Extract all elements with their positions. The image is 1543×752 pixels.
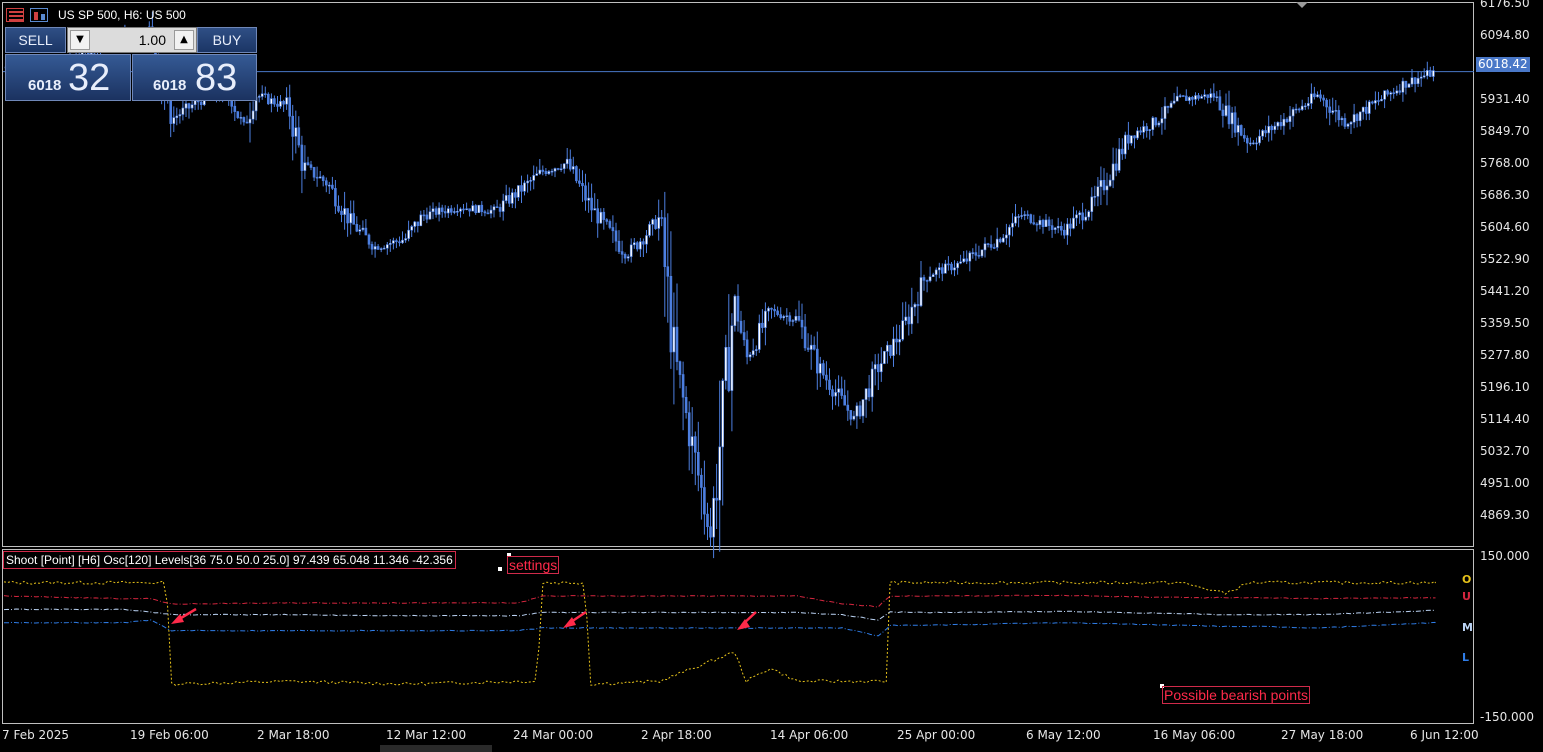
legend-osc: O bbox=[1462, 573, 1472, 586]
price-axis-label: 5032.70 bbox=[1480, 444, 1530, 458]
ask-price-pips: 83 bbox=[195, 57, 238, 99]
price-axis-label: 5931.40 bbox=[1480, 92, 1530, 106]
oscillator-lines bbox=[3, 580, 1436, 686]
list-icon[interactable] bbox=[6, 8, 24, 22]
price-axis-label: 5849.70 bbox=[1480, 124, 1530, 138]
depth-of-market-icon[interactable] bbox=[30, 8, 48, 22]
legend-mid: M bbox=[1462, 621, 1473, 634]
price-axis-label: 5359.50 bbox=[1480, 316, 1530, 330]
price-axis-label: 4951.00 bbox=[1480, 476, 1530, 490]
buy-button[interactable]: BUY bbox=[197, 27, 257, 53]
time-axis-label: 25 Apr 00:00 bbox=[897, 728, 976, 742]
mid-level-line bbox=[3, 608, 1436, 621]
annotation-arrows bbox=[171, 607, 757, 630]
time-axis-label: 16 May 06:00 bbox=[1153, 728, 1236, 742]
time-axis-label: 12 Mar 12:00 bbox=[386, 728, 467, 742]
time-axis-label: 2 Apr 18:00 bbox=[641, 728, 712, 742]
osc-axis-min: -150.000 bbox=[1480, 710, 1534, 724]
price-axis-label: 5196.10 bbox=[1480, 380, 1530, 394]
bid-price-button[interactable]: 6018 32 bbox=[5, 54, 131, 101]
price-axis-label: 5441.20 bbox=[1480, 284, 1530, 298]
time-axis-label: 6 Jun 12:00 bbox=[1410, 728, 1479, 742]
ask-price-button[interactable]: 6018 83 bbox=[132, 54, 257, 101]
price-axis-label: 5604.60 bbox=[1480, 220, 1530, 234]
lot-increase-button[interactable]: ▲ bbox=[174, 30, 194, 50]
lower-level-line bbox=[3, 619, 1436, 637]
time-axis-label: 14 Apr 06:00 bbox=[770, 728, 849, 742]
time-axis-label: 24 Mar 00:00 bbox=[513, 728, 594, 742]
header-anchor-dot[interactable] bbox=[498, 567, 502, 571]
osc-axis-max: 150.000 bbox=[1480, 549, 1530, 563]
lot-size-input[interactable]: 1.00 bbox=[94, 28, 170, 52]
price-axis-label: 5114.40 bbox=[1480, 412, 1530, 426]
chart-title: US SP 500, H6: US 500 bbox=[58, 8, 186, 22]
price-axis-label: 4869.30 bbox=[1480, 508, 1530, 522]
bid-price-prefix: 6018 bbox=[28, 77, 62, 94]
price-axis-label: 6094.80 bbox=[1480, 28, 1530, 42]
chart-scroll-tab[interactable] bbox=[380, 745, 492, 752]
chart-header: US SP 500, H6: US 500 bbox=[6, 6, 186, 24]
oscillator-chart bbox=[3, 580, 1436, 686]
bearish-points-label[interactable]: Possible bearish points bbox=[1162, 686, 1310, 704]
time-axis-label: 7 Feb 2025 bbox=[2, 728, 70, 742]
lot-decrease-button[interactable]: ▼ bbox=[70, 30, 90, 50]
one-click-trading-panel: SELL ▼ 1.00 ▲ BUY 6018 32 6018 83 bbox=[5, 27, 257, 101]
upper-level-line bbox=[3, 594, 1436, 608]
legend-upper: U bbox=[1462, 590, 1471, 603]
time-axis-label: 27 May 18:00 bbox=[1281, 728, 1364, 742]
indicator-header[interactable]: Shoot [Point] [H6] Osc[120] Levels[36 75… bbox=[3, 551, 456, 569]
sell-button[interactable]: SELL bbox=[5, 27, 66, 53]
ask-price-prefix: 6018 bbox=[153, 77, 187, 94]
time-axis-label: 2 Mar 18:00 bbox=[257, 728, 330, 742]
bearish-arrow-3 bbox=[737, 611, 757, 630]
bearish-arrow-2 bbox=[563, 610, 587, 628]
lot-size-stepper[interactable]: ▼ 1.00 ▲ bbox=[67, 27, 197, 53]
price-axis-label: 5277.80 bbox=[1480, 348, 1530, 362]
osc-line bbox=[3, 580, 1436, 686]
current-price-label: 6018.42 bbox=[1476, 57, 1530, 72]
time-axis-label: 19 Feb 06:00 bbox=[130, 728, 209, 742]
settings-label[interactable]: settings bbox=[507, 556, 560, 574]
trading-terminal: US SP 500, H6: US 500 SELL ▼ 1.00 ▲ BUY … bbox=[0, 0, 1543, 752]
price-axis-label: 6176.50 bbox=[1480, 0, 1530, 10]
price-axis-label: 5522.90 bbox=[1480, 252, 1530, 266]
legend-lower: L bbox=[1462, 651, 1470, 664]
bid-price-pips: 32 bbox=[68, 57, 111, 99]
price-axis-label: 5768.00 bbox=[1480, 156, 1530, 170]
bearish-arrow-1 bbox=[171, 607, 197, 624]
time-axis-label: 6 May 12:00 bbox=[1026, 728, 1101, 742]
price-axis-label: 5686.30 bbox=[1480, 188, 1530, 202]
